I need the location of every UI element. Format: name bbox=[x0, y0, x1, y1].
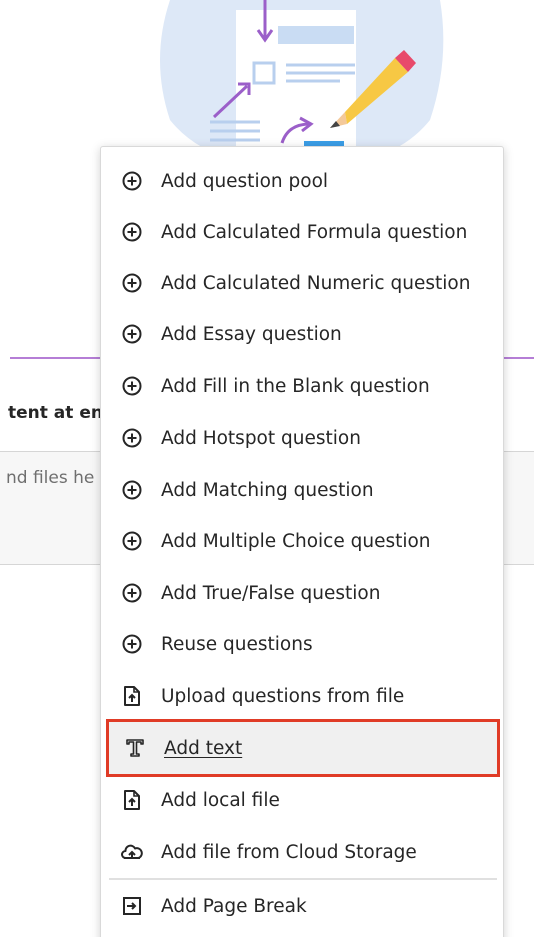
menu-item-add-local-file[interactable]: Add local file bbox=[109, 774, 495, 826]
menu-item-label: Add Matching question bbox=[161, 479, 374, 501]
drop-zone-hint: nd files he bbox=[6, 468, 95, 488]
menu-item-add-text[interactable]: Add text bbox=[106, 719, 500, 777]
menu-item-label: Add Essay question bbox=[161, 323, 342, 345]
file-upload-icon bbox=[121, 789, 143, 811]
text-icon bbox=[124, 737, 146, 759]
test-illustration bbox=[160, 0, 444, 160]
menu-item-label: Reuse questions bbox=[161, 633, 313, 655]
plus-circle-icon bbox=[121, 633, 143, 655]
plus-circle-icon bbox=[121, 221, 143, 243]
plus-circle-icon bbox=[121, 375, 143, 397]
plus-circle-icon bbox=[121, 530, 143, 552]
menu-item-label: Add Hotspot question bbox=[161, 427, 361, 449]
menu-item-label: Add file from Cloud Storage bbox=[161, 841, 417, 863]
menu-item-add-multiple-choice-question[interactable]: Add Multiple Choice question bbox=[109, 515, 495, 567]
menu-item-label: Add text bbox=[164, 737, 243, 759]
plus-circle-icon bbox=[121, 272, 143, 294]
menu-item-label: Add Page Break bbox=[161, 895, 307, 917]
menu-item-add-true-false-question[interactable]: Add True/False question bbox=[109, 567, 495, 619]
menu-item-add-matching-question[interactable]: Add Matching question bbox=[109, 464, 495, 516]
menu-item-add-fill-in-the-blank-question[interactable]: Add Fill in the Blank question bbox=[109, 360, 495, 412]
menu-item-add-essay-question[interactable]: Add Essay question bbox=[109, 308, 495, 360]
menu-item-reuse-questions[interactable]: Reuse questions bbox=[109, 618, 495, 670]
menu-item-upload-questions-from-file[interactable]: Upload questions from file bbox=[109, 670, 495, 722]
menu-item-add-calculated-formula-question[interactable]: Add Calculated Formula question bbox=[109, 206, 495, 258]
menu-item-label: Add Multiple Choice question bbox=[161, 530, 431, 552]
menu-item-label: Add question pool bbox=[161, 170, 329, 192]
plus-circle-icon bbox=[121, 427, 143, 449]
menu-item-label: Add Calculated Formula question bbox=[161, 221, 468, 243]
page-break-icon bbox=[121, 895, 143, 917]
menu-item-label: Add Calculated Numeric question bbox=[161, 272, 471, 294]
menu-item-label: Upload questions from file bbox=[161, 685, 405, 707]
menu-item-label: Add local file bbox=[161, 789, 280, 811]
menu-item-add-file-from-cloud-storage[interactable]: Add file from Cloud Storage bbox=[109, 826, 495, 878]
menu-item-label: Add True/False question bbox=[161, 582, 381, 604]
menu-item-add-page-break[interactable]: Add Page Break bbox=[109, 880, 495, 932]
menu-separator bbox=[109, 878, 497, 880]
menu-item-add-question-pool[interactable]: Add question pool bbox=[109, 155, 495, 207]
menu-item-add-hotspot-question[interactable]: Add Hotspot question bbox=[109, 412, 495, 464]
menu-item-label: Add Fill in the Blank question bbox=[161, 375, 430, 397]
plus-circle-icon bbox=[121, 479, 143, 501]
file-upload-icon bbox=[121, 685, 143, 707]
cloud-upload-icon bbox=[121, 841, 143, 863]
menu-item-add-calculated-numeric-question[interactable]: Add Calculated Numeric question bbox=[109, 257, 495, 309]
plus-circle-icon bbox=[121, 323, 143, 345]
plus-circle-icon bbox=[121, 582, 143, 604]
plus-circle-icon bbox=[121, 170, 143, 192]
page: tent at end nd files he Add question poo… bbox=[0, 0, 534, 937]
add-content-menu: Add question pool Add Calculated Formula … bbox=[100, 146, 504, 937]
